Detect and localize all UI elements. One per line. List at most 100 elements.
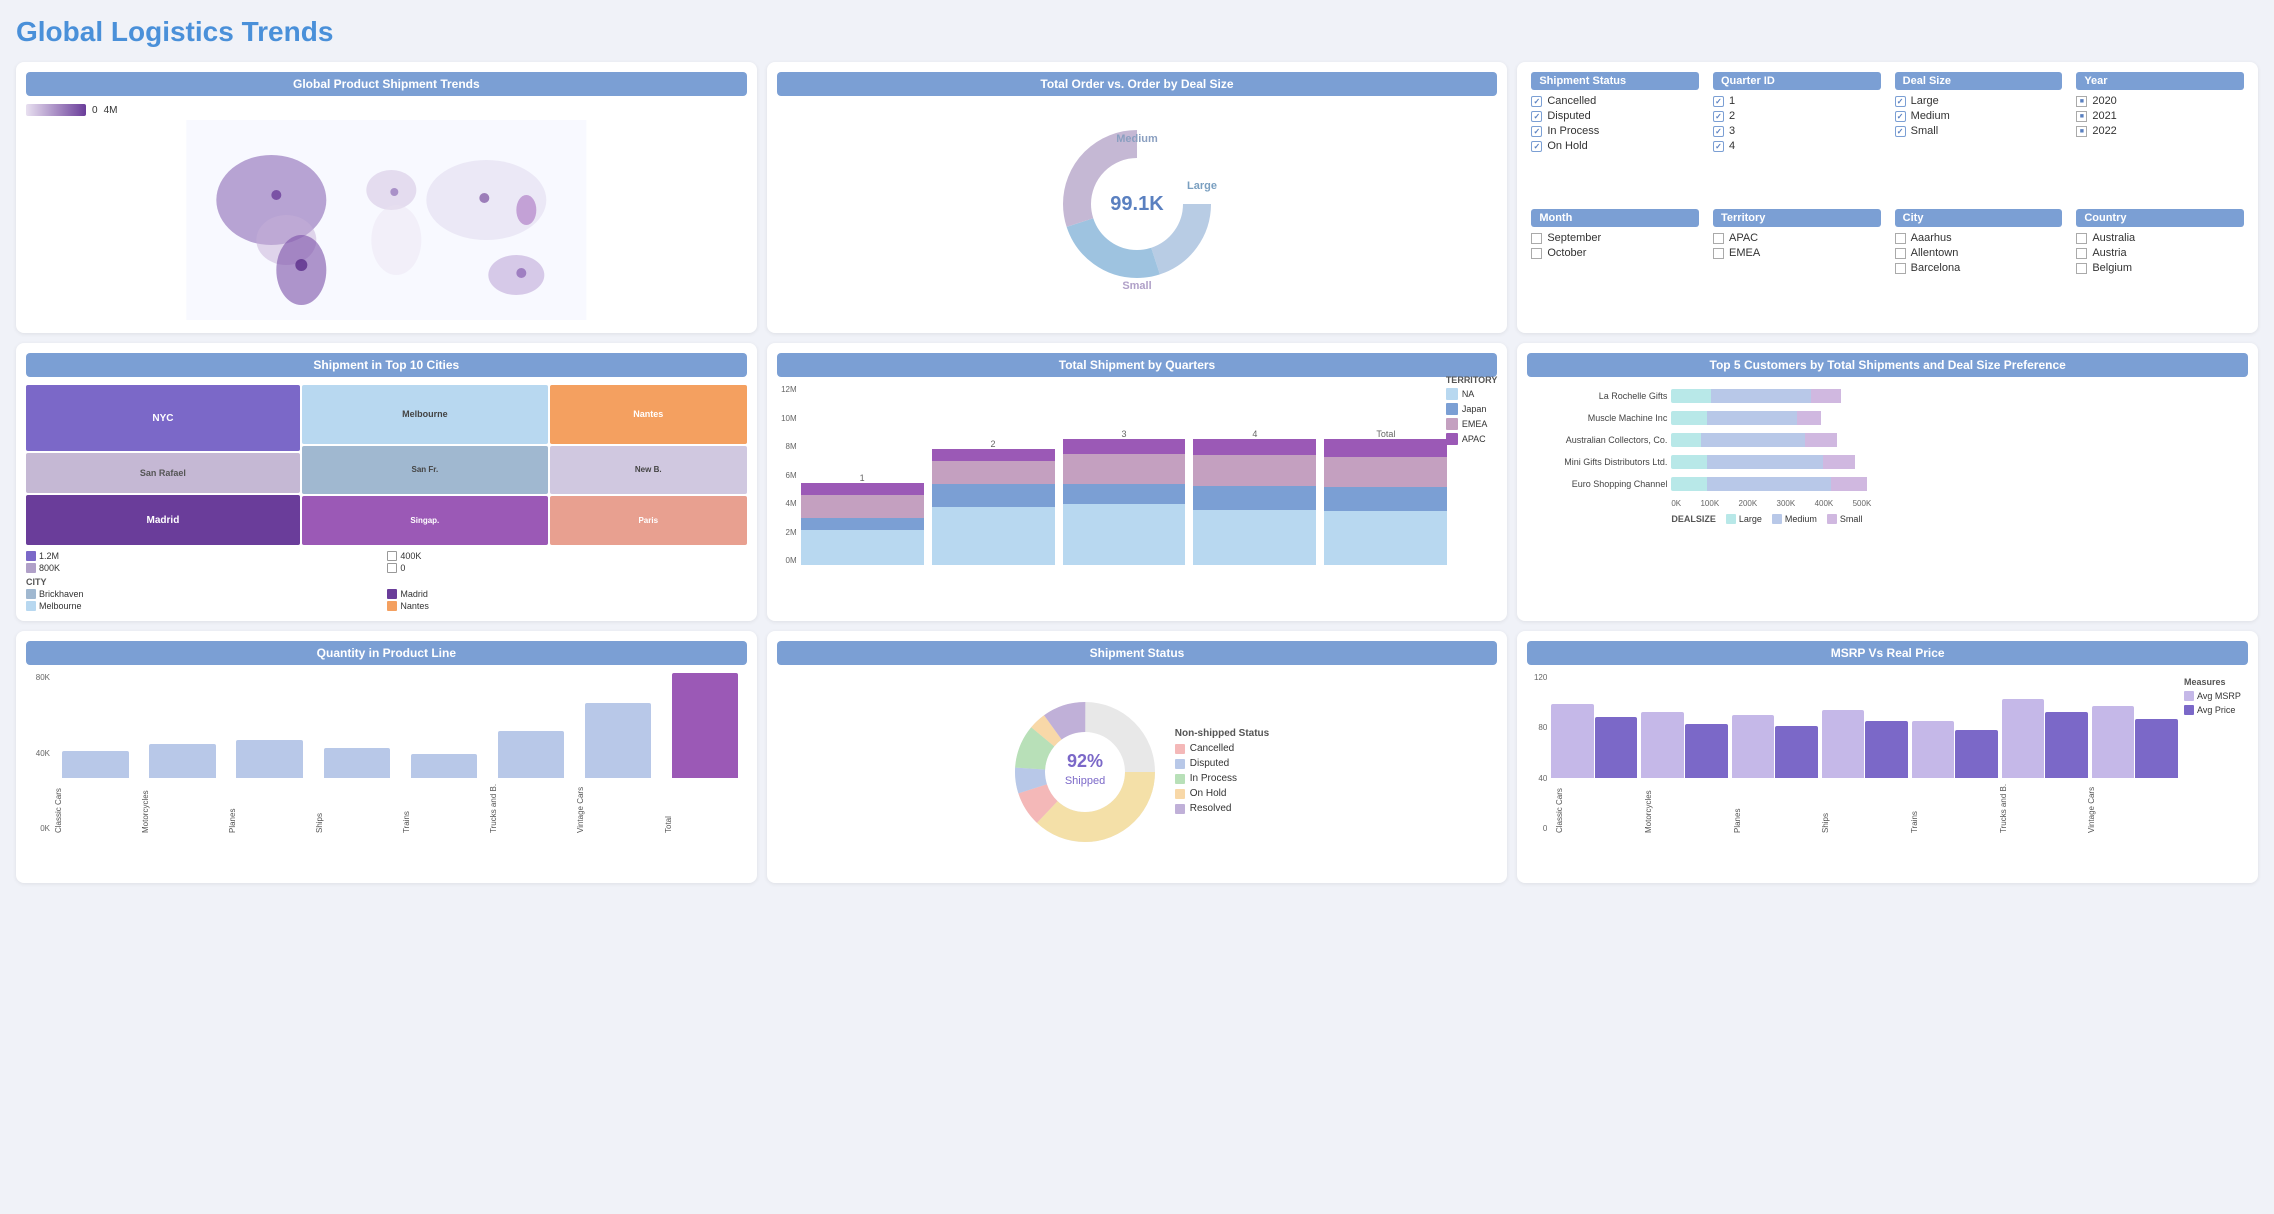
msrp-x-labels: Classic Cars Motorcycles Planes Ships Tr…	[1527, 783, 2248, 833]
shipment-status-content: 92% Shipped Non-shipped Status Cancelled…	[777, 673, 1498, 873]
top-customers-title: Top 5 Customers by Total Shipments and D…	[1527, 353, 2248, 377]
checkbox-cancelled[interactable]	[1531, 96, 1542, 107]
bar-q2: 2	[932, 425, 1055, 565]
bar-total: Total	[1324, 425, 1447, 565]
world-map-svg	[26, 120, 747, 320]
filter-item-emea[interactable]: EMEA	[1713, 247, 1881, 259]
filter-item-disputed[interactable]: Disputed	[1531, 110, 1699, 122]
page-title: Global Logistics Trends	[16, 16, 2258, 48]
legend-melbourne: Melbourne	[26, 601, 385, 611]
treemap-cell-nantes: Nantes	[550, 385, 747, 444]
checkbox-barcelona[interactable]	[1895, 263, 1906, 274]
quarter-shipment-title: Total Shipment by Quarters	[777, 353, 1498, 377]
bar-group-vintage	[2092, 706, 2178, 778]
checkbox-australia[interactable]	[2076, 233, 2087, 244]
filter-item-apac[interactable]: APAC	[1713, 232, 1881, 244]
checkbox-large[interactable]	[1895, 96, 1906, 107]
checkbox-onhold[interactable]	[1531, 141, 1542, 152]
bar-motorcycles	[141, 744, 224, 778]
filter-item-october[interactable]: October	[1531, 247, 1699, 259]
checkbox-2020[interactable]	[2076, 96, 2087, 107]
bar-group-trains	[1912, 721, 1998, 778]
filter-item-q4[interactable]: 4	[1713, 140, 1881, 152]
filter-item-q2[interactable]: 2	[1713, 110, 1881, 122]
treemap-cell-paris: Paris	[550, 496, 747, 545]
checkbox-medium[interactable]	[1895, 111, 1906, 122]
legend-madrid: Madrid	[387, 589, 746, 599]
filter-item-q3[interactable]: 3	[1713, 125, 1881, 137]
treemap-legend: 1.2M 400K 800K 0 CITY Brickhaven Madrid …	[26, 551, 747, 611]
filter-year-label: Year	[2076, 72, 2244, 90]
checkbox-inprocess[interactable]	[1531, 126, 1542, 137]
checkbox-small[interactable]	[1895, 126, 1906, 137]
filter-item-september[interactable]: September	[1531, 232, 1699, 244]
top-cities-title: Shipment in Top 10 Cities	[26, 353, 747, 377]
shipment-status-legend: Non-shipped Status Cancelled Disputed In…	[1175, 728, 1269, 818]
filter-item-australia[interactable]: Australia	[2076, 232, 2244, 244]
legend-brickhaven: Brickhaven	[26, 589, 385, 599]
legend-800k: 800K	[26, 563, 385, 573]
checkbox-disputed[interactable]	[1531, 111, 1542, 122]
bar-group-trucks	[2002, 699, 2088, 778]
donut-center-value: 99.1K	[1110, 193, 1163, 216]
global-shipment-title: Global Product Shipment Trends	[26, 72, 747, 96]
map-legend-max: 4M	[104, 105, 118, 116]
donut-order-title: Total Order vs. Order by Deal Size	[777, 72, 1498, 96]
filter-shipment-status-label: Shipment Status	[1531, 72, 1699, 90]
filter-quarter-id-label: Quarter ID	[1713, 72, 1881, 90]
filter-item-2022[interactable]: 2022	[2076, 125, 2244, 137]
map-legend: 0 4M	[26, 104, 747, 116]
checkbox-belgium[interactable]	[2076, 263, 2087, 274]
legend-onhold: On Hold	[1175, 788, 1269, 799]
customers-x-axis: 0K100K200K300K400K500K	[1671, 499, 1871, 508]
bar-ships	[315, 748, 398, 778]
legend-resolved: Resolved	[1175, 803, 1269, 814]
checkbox-emea[interactable]	[1713, 248, 1724, 259]
checkbox-september[interactable]	[1531, 233, 1542, 244]
bar-q3: 3	[1063, 425, 1186, 565]
filter-territory: Territory APAC EMEA	[1713, 209, 1881, 323]
filter-deal-size-label: Deal Size	[1895, 72, 2063, 90]
checkbox-october[interactable]	[1531, 248, 1542, 259]
filter-item-cancelled[interactable]: Cancelled	[1531, 95, 1699, 107]
filter-item-onhold[interactable]: On Hold	[1531, 140, 1699, 152]
checkbox-2021[interactable]	[2076, 111, 2087, 122]
filter-deal-size: Deal Size Large Medium Small	[1895, 72, 2063, 201]
filter-item-large[interactable]: Large	[1895, 95, 2063, 107]
territory-legend: TERRITORY NA Japan EMEA APAC	[1446, 375, 1498, 448]
checkbox-q4[interactable]	[1713, 141, 1724, 152]
checkbox-2022[interactable]	[2076, 126, 2087, 137]
filter-item-q1[interactable]: 1	[1713, 95, 1881, 107]
treemap-cell-singap: Singap.	[302, 496, 548, 545]
filter-item-medium[interactable]: Medium	[1895, 110, 2063, 122]
filter-quarter-id: Quarter ID 1 2 3 4	[1713, 72, 1881, 201]
checkbox-q1[interactable]	[1713, 96, 1724, 107]
filter-item-inprocess[interactable]: In Process	[1531, 125, 1699, 137]
checkbox-q2[interactable]	[1713, 111, 1724, 122]
checkbox-q3[interactable]	[1713, 126, 1724, 137]
filter-item-austria[interactable]: Austria	[2076, 247, 2244, 259]
filter-item-small[interactable]: Small	[1895, 125, 2063, 137]
customer-row-australian: Australian Collectors, Co.	[1527, 433, 2248, 447]
filter-item-2020[interactable]: 2020	[2076, 95, 2244, 107]
checkbox-apac[interactable]	[1713, 233, 1724, 244]
filter-item-belgium[interactable]: Belgium	[2076, 262, 2244, 274]
donut-order-container: Medium Large Small 99.1K	[777, 104, 1498, 304]
checkbox-austria[interactable]	[2076, 248, 2087, 259]
bar-group-planes	[1732, 715, 1818, 778]
filter-item-allentown[interactable]: Allentown	[1895, 247, 2063, 259]
legend-0: 0	[387, 563, 746, 573]
filters-panel: Shipment Status Cancelled Disputed In Pr…	[1517, 62, 2258, 333]
checkbox-allentown[interactable]	[1895, 248, 1906, 259]
treemap-cell-madrid: Madrid	[26, 495, 300, 545]
quantity-x-labels: Classic Cars Motorcycles Planes Ships Tr…	[26, 783, 747, 833]
map-legend-gradient	[26, 104, 86, 116]
legend-inprocess: In Process	[1175, 773, 1269, 784]
filter-item-aaarhus[interactable]: Aaarhus	[1895, 232, 2063, 244]
checkbox-aaarhus[interactable]	[1895, 233, 1906, 244]
filter-item-barcelona[interactable]: Barcelona	[1895, 262, 2063, 274]
bar-group-ships	[1822, 710, 1908, 778]
filter-item-2021[interactable]: 2021	[2076, 110, 2244, 122]
msrp-legend: Measures Avg MSRP Avg Price	[2178, 673, 2248, 833]
global-shipment-card: Global Product Shipment Trends 0 4M	[16, 62, 757, 333]
